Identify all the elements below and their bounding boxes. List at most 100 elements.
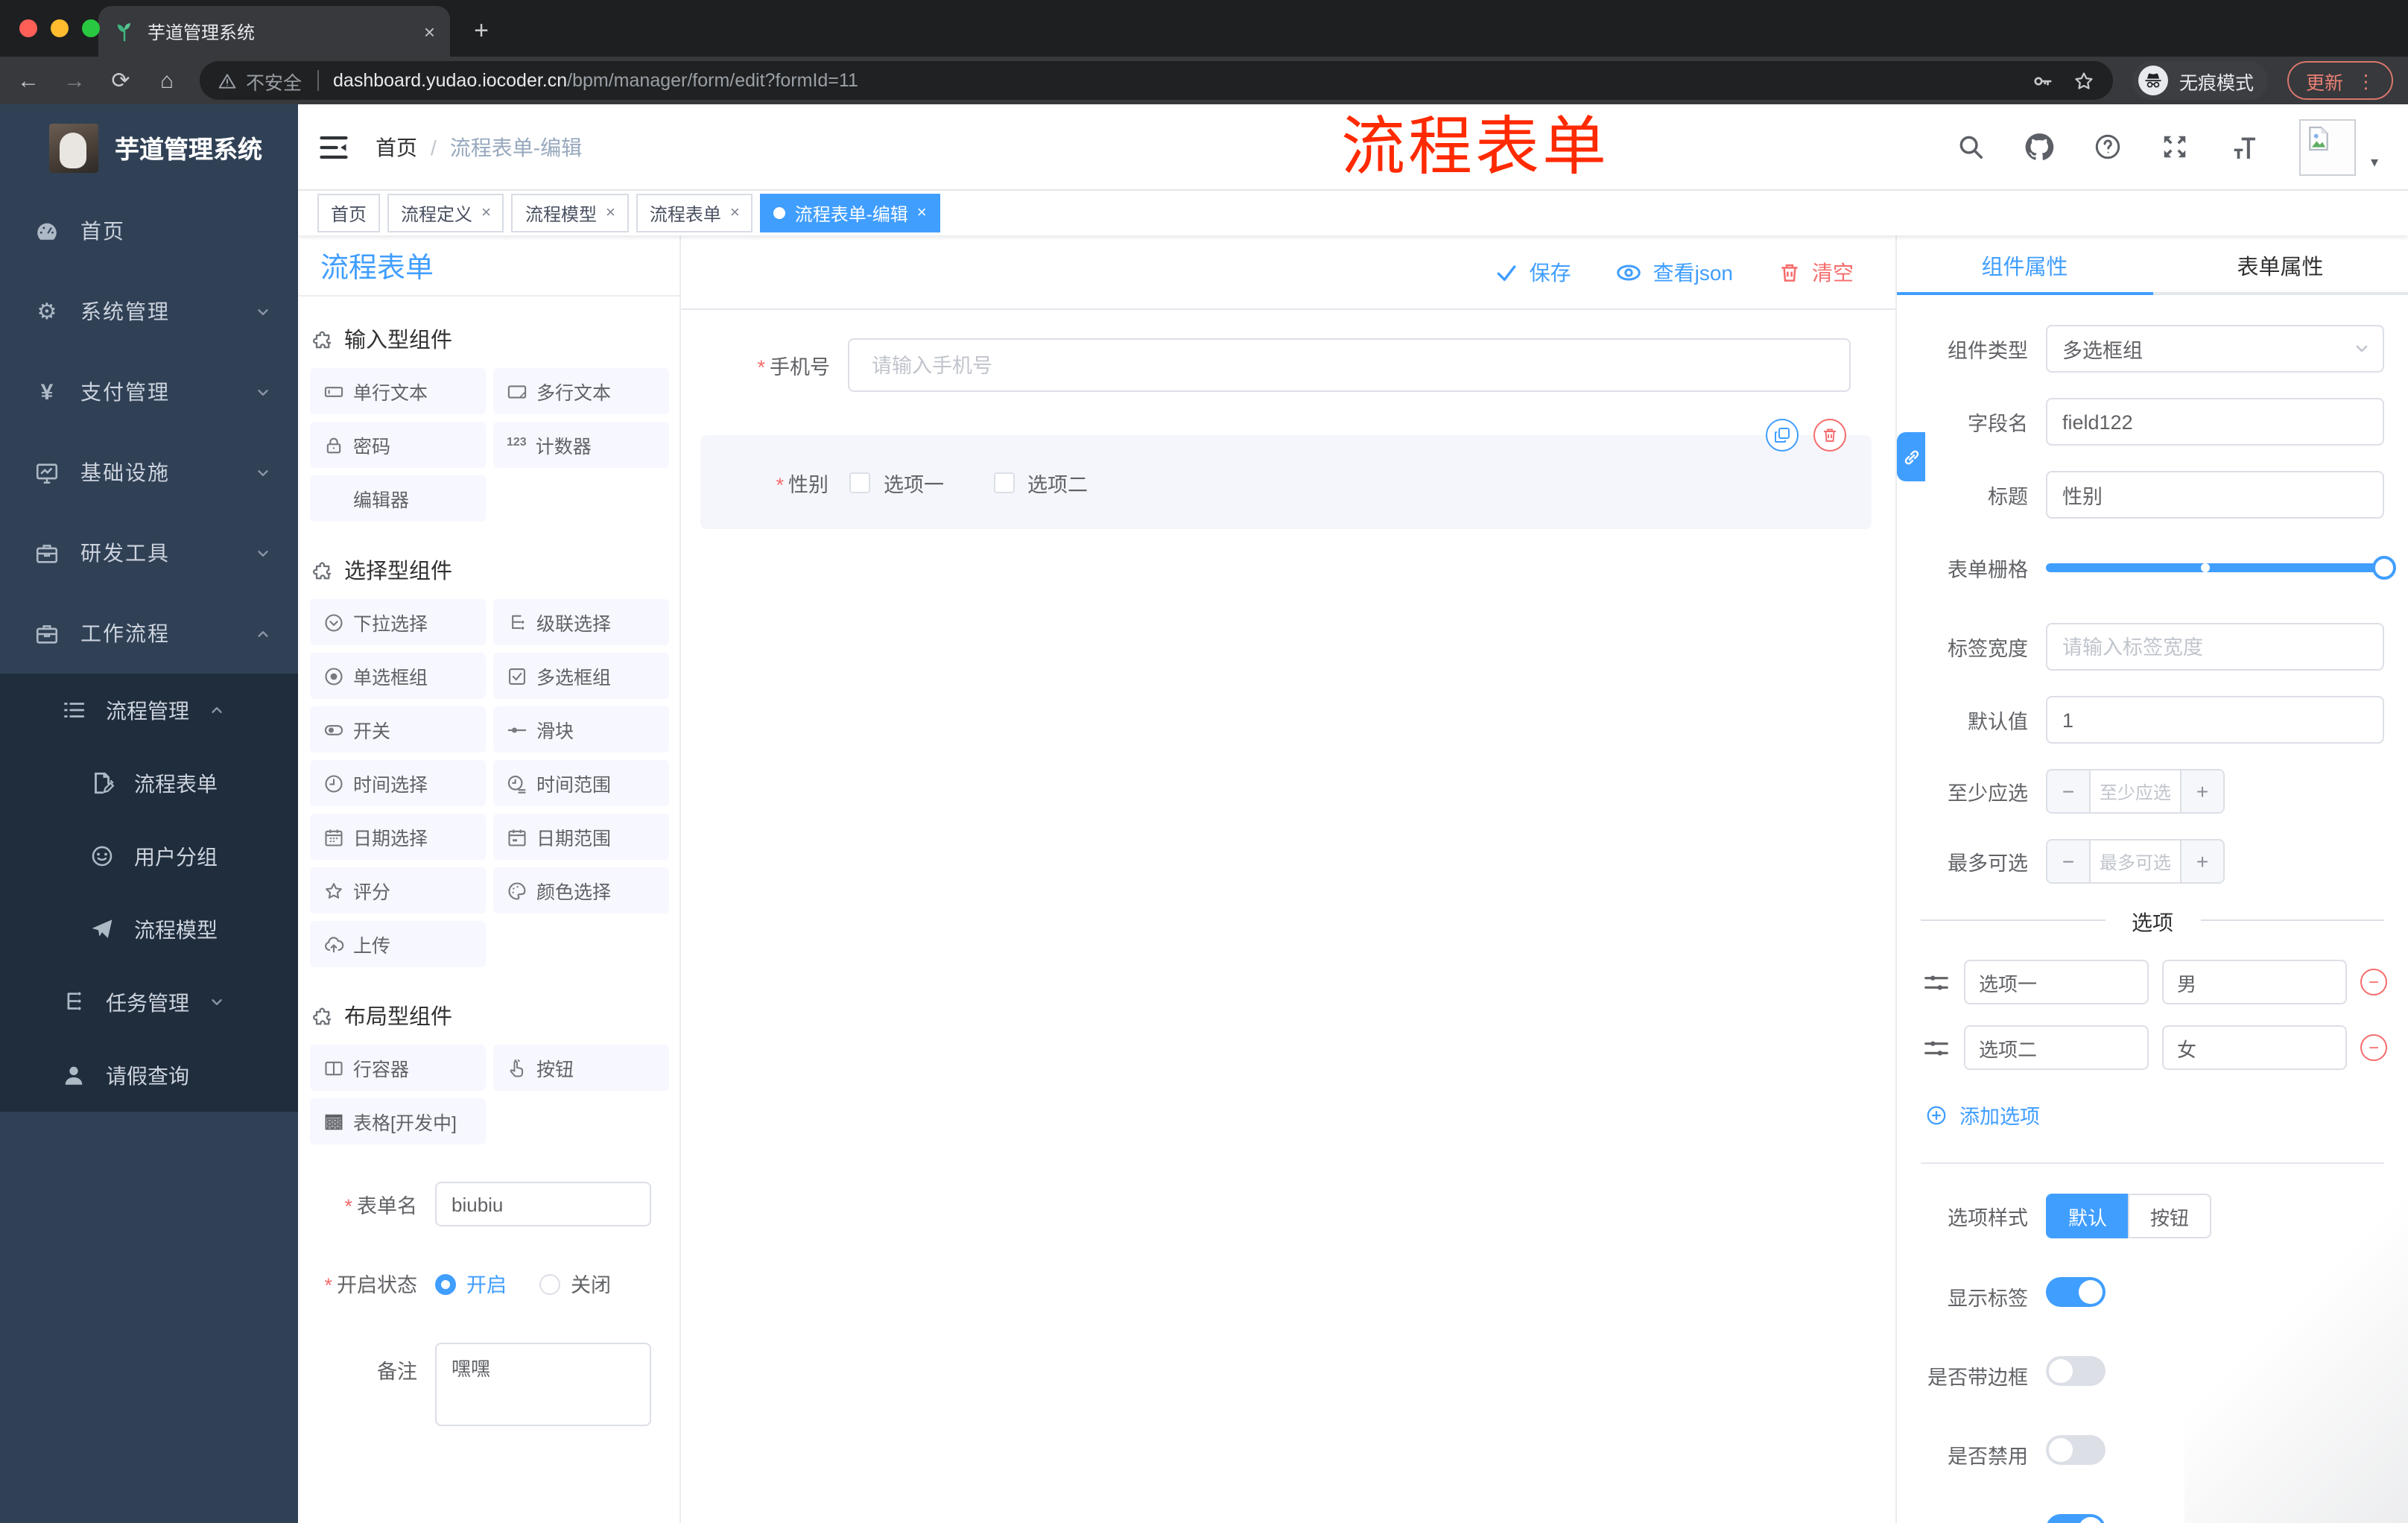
component-date-picker[interactable]: 日期选择 <box>310 814 486 860</box>
sidebar-item-user-group[interactable]: 用户分组 <box>0 820 298 893</box>
tag-process-definition[interactable]: 流程定义 × <box>387 194 504 232</box>
stepper-increase-button[interactable]: + <box>2180 840 2223 882</box>
checkbox-unchecked-icon[interactable] <box>849 472 870 493</box>
stepper-decrease-button[interactable]: − <box>2047 770 2091 812</box>
breadcrumb-home[interactable]: 首页 <box>376 132 417 162</box>
link-tab[interactable] <box>1897 432 1925 481</box>
remove-option-button[interactable]: − <box>2360 969 2387 995</box>
style-default-button[interactable]: 默认 <box>2046 1194 2129 1238</box>
close-window-button[interactable] <box>19 19 37 37</box>
checkbox-option-1[interactable]: 选项一 <box>849 467 944 497</box>
component-password[interactable]: 密码 <box>310 422 486 468</box>
default-value-input[interactable] <box>2046 696 2384 744</box>
option-value-input[interactable] <box>2162 960 2347 1004</box>
component-slider[interactable]: 滑块 <box>493 706 669 753</box>
view-json-button[interactable]: 查看json <box>1616 257 1733 287</box>
sidebar-item-task-mgmt[interactable]: 任务管理 <box>0 966 298 1039</box>
back-button[interactable]: ← <box>15 68 42 93</box>
border-toggle[interactable] <box>2046 1356 2106 1386</box>
title-input[interactable] <box>2046 471 2384 519</box>
sidebar-item-process-form[interactable]: 流程表单 <box>0 747 298 820</box>
option-name-input[interactable] <box>1964 1025 2149 1070</box>
disabled-toggle[interactable] <box>2046 1435 2106 1465</box>
selected-component-gender[interactable]: * 性别 选项一 选项二 <box>700 419 1872 529</box>
tag-close-icon[interactable]: × <box>730 204 740 222</box>
option-name-input[interactable] <box>1964 960 2149 1004</box>
component-radio-group[interactable]: 单选框组 <box>310 653 486 699</box>
sidebar-item-payment[interactable]: ¥ 支付管理 <box>0 352 298 432</box>
checkbox-unchecked-icon[interactable] <box>993 472 1014 493</box>
duplicate-component-button[interactable] <box>1766 419 1799 452</box>
search-icon[interactable] <box>1956 133 1985 161</box>
radio-open[interactable]: 开启 <box>435 1268 507 1298</box>
avatar-dropdown-caret-icon[interactable]: ▾ <box>2371 155 2378 171</box>
slider-handle[interactable] <box>2372 556 2396 580</box>
slider-track[interactable] <box>2046 556 2396 580</box>
component-single-text[interactable]: 单行文本 <box>310 368 486 414</box>
component-upload[interactable]: 上传 <box>310 921 486 967</box>
tag-process-form-edit[interactable]: 流程表单-编辑 × <box>760 194 940 232</box>
password-key-icon[interactable] <box>2032 69 2054 92</box>
browser-tab[interactable]: 芋道管理系统 × <box>98 6 450 57</box>
reload-button[interactable]: ⟳ <box>107 67 134 94</box>
remove-option-button[interactable]: − <box>2360 1034 2387 1061</box>
component-button[interactable]: 按钮 <box>493 1045 669 1091</box>
component-rate[interactable]: 评分 <box>310 867 486 914</box>
option-value-input[interactable] <box>2162 1025 2347 1070</box>
component-table[interactable]: 表格[开发中] <box>310 1098 486 1144</box>
phone-input[interactable] <box>848 338 1851 392</box>
browser-menu-icon[interactable]: ⋮ <box>2357 69 2375 92</box>
github-icon[interactable] <box>2024 131 2055 162</box>
minimize-window-button[interactable] <box>51 19 69 37</box>
phone-field-row[interactable]: * 手机号 <box>705 338 1851 392</box>
component-row-container[interactable]: 行容器 <box>310 1045 486 1091</box>
sidebar-item-process-model[interactable]: 流程模型 <box>0 893 298 966</box>
component-time-picker[interactable]: 时间选择 <box>310 760 486 806</box>
radio-closed[interactable]: 关闭 <box>539 1268 611 1298</box>
component-time-range[interactable]: 时间范围 <box>493 760 669 806</box>
tab-close-icon[interactable]: × <box>424 20 435 42</box>
font-size-icon[interactable] <box>2228 132 2260 162</box>
security-status[interactable]: 不安全 <box>218 66 302 95</box>
stepper-increase-button[interactable]: + <box>2180 770 2223 812</box>
help-icon[interactable] <box>2094 133 2122 161</box>
tag-process-model[interactable]: 流程模型 × <box>511 194 629 232</box>
tag-home[interactable]: 首页 <box>317 194 381 232</box>
home-button[interactable]: ⌂ <box>153 68 180 93</box>
tag-close-icon[interactable]: × <box>481 204 491 222</box>
tag-process-form[interactable]: 流程表单 × <box>636 194 753 232</box>
url-bar[interactable]: 不安全 dashboard.yudao.iocoder.cn /bpm/mana… <box>200 61 2114 100</box>
stepper-decrease-button[interactable]: − <box>2047 840 2091 882</box>
bookmark-star-icon[interactable] <box>2073 69 2096 92</box>
drag-handle-icon[interactable] <box>1922 968 1951 996</box>
add-option-button[interactable]: 添加选项 <box>1925 1100 2408 1130</box>
component-checkbox-group[interactable]: 多选框组 <box>493 653 669 699</box>
save-button[interactable]: 保存 <box>1495 257 1571 287</box>
clear-button[interactable]: 清空 <box>1778 257 1854 287</box>
sidebar-item-leave-query[interactable]: 请假查询 <box>0 1039 298 1112</box>
show-label-toggle[interactable] <box>2046 1277 2106 1307</box>
component-type-select[interactable]: 多选框组 <box>2046 325 2384 373</box>
sidebar-item-infra[interactable]: 基础设施 <box>0 432 298 513</box>
stepper-placeholder[interactable]: 至少应选 <box>2091 770 2180 812</box>
form-grid-slider[interactable] <box>2046 544 2396 592</box>
form-name-input[interactable] <box>435 1182 651 1226</box>
forward-button[interactable]: → <box>61 68 88 93</box>
sidebar-item-process-mgmt[interactable]: 流程管理 <box>0 674 298 747</box>
component-select[interactable]: 下拉选择 <box>310 599 486 645</box>
field-name-input[interactable] <box>2046 398 2384 446</box>
component-date-range[interactable]: 日期范围 <box>493 814 669 860</box>
new-tab-button[interactable]: + <box>459 9 504 54</box>
sidebar-item-workflow[interactable]: 工作流程 <box>0 593 298 674</box>
collapse-sidebar-icon[interactable] <box>317 130 350 163</box>
browser-update-button[interactable]: 更新 ⋮ <box>2287 61 2393 100</box>
tag-close-icon[interactable]: × <box>606 204 615 222</box>
remark-textarea[interactable]: 嘿嘿 <box>435 1343 651 1426</box>
tag-close-icon[interactable]: × <box>917 204 927 222</box>
component-counter[interactable]: 123 计数器 <box>493 422 669 468</box>
component-cascader[interactable]: 级联选择 <box>493 599 669 645</box>
style-button-button[interactable]: 按钮 <box>2128 1194 2212 1238</box>
sidebar-item-devtools[interactable]: 研发工具 <box>0 513 298 593</box>
tab-component-props[interactable]: 组件属性 <box>1897 235 2152 295</box>
component-switch[interactable]: 开关 <box>310 706 486 753</box>
